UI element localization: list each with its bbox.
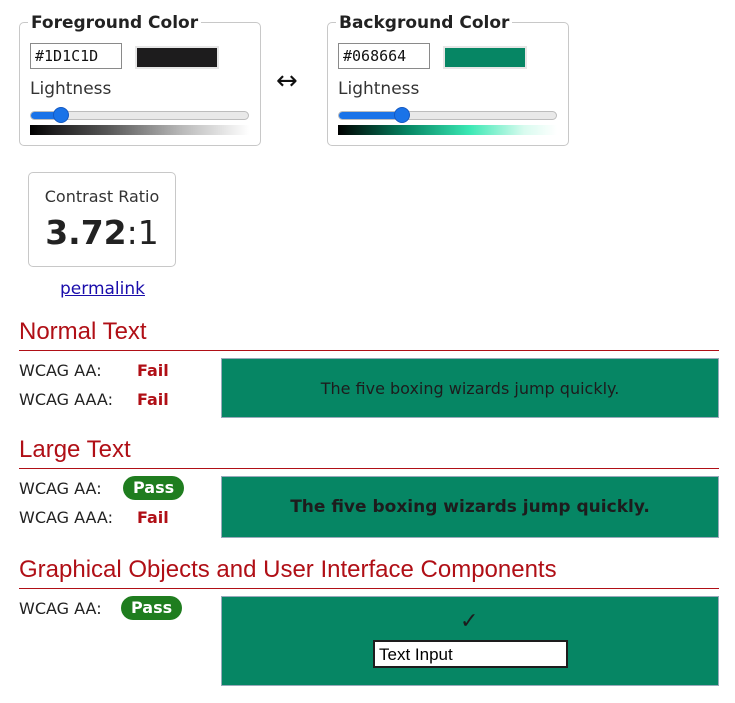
foreground-color-swatch[interactable] — [135, 46, 219, 69]
graphical-aa-pass-badge: Pass — [121, 596, 183, 620]
contrast-ratio-number: 3.72 — [45, 213, 127, 252]
background-color-swatch[interactable] — [443, 46, 527, 69]
large-aaa-result: Fail — [137, 508, 169, 527]
foreground-hex-input[interactable]: #1D1C1D — [30, 43, 122, 69]
foreground-color-legend: Foreground Color — [28, 12, 202, 34]
large-aa-label: WCAG AA: — [19, 479, 102, 498]
large-aa-pass-badge: Pass — [123, 476, 185, 500]
foreground-lightness-label: Lightness — [30, 79, 112, 99]
background-hex-input[interactable]: #068664 — [338, 43, 430, 69]
graphical-objects-divider — [19, 588, 719, 589]
normal-text-divider — [19, 350, 719, 351]
background-slider-fill — [339, 112, 403, 119]
background-lightness-gradient — [338, 125, 557, 135]
graphical-objects-sample: ✓ Text Input — [221, 596, 719, 686]
foreground-color-panel: Foreground Color #1D1C1D Lightness — [19, 12, 261, 146]
background-lightness-label: Lightness — [338, 79, 420, 99]
large-text-heading: Large Text — [19, 436, 131, 463]
permalink-link[interactable]: permalink — [60, 279, 145, 299]
graphical-aa-label: WCAG AA: — [19, 599, 102, 618]
normal-text-heading: Normal Text — [19, 318, 147, 345]
contrast-ratio-label: Contrast Ratio — [44, 187, 160, 206]
background-color-legend: Background Color — [336, 12, 513, 34]
normal-aa-result: Fail — [137, 361, 169, 380]
contrast-ratio-suffix: :1 — [126, 213, 159, 252]
checkmark-icon: ✓ — [460, 609, 479, 634]
normal-aaa-label: WCAG AAA: — [19, 390, 113, 409]
normal-text-sample: The five boxing wizards jump quickly. — [221, 358, 719, 418]
normal-aa-label: WCAG AA: — [19, 361, 102, 380]
graphical-objects-heading: Graphical Objects and User Interface Com… — [19, 556, 557, 583]
background-slider-thumb[interactable] — [393, 107, 410, 123]
large-text-divider — [19, 468, 719, 469]
contrast-ratio-value: 3.72:1 — [29, 213, 175, 253]
sample-text-input[interactable]: Text Input — [373, 640, 568, 668]
foreground-lightness-gradient — [30, 125, 249, 135]
swap-colors-icon[interactable]: ↔ — [276, 66, 298, 96]
normal-aaa-result: Fail — [137, 390, 169, 409]
background-color-panel: Background Color #068664 Lightness — [327, 12, 569, 146]
contrast-ratio-box: Contrast Ratio 3.72:1 — [28, 172, 176, 267]
background-lightness-slider[interactable] — [338, 111, 557, 120]
large-aaa-label: WCAG AAA: — [19, 508, 113, 527]
large-text-sample: The five boxing wizards jump quickly. — [221, 476, 719, 538]
foreground-slider-thumb[interactable] — [52, 107, 69, 123]
